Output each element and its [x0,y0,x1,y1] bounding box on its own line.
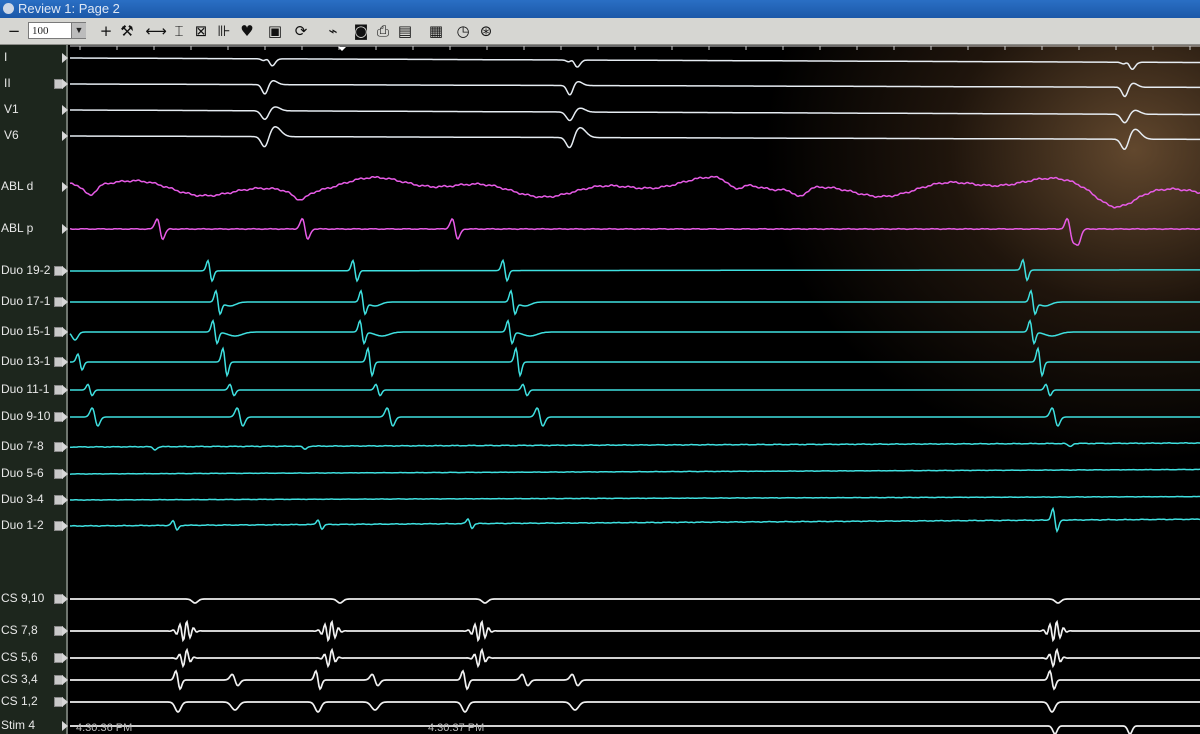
channel-label-duo-1-2: Duo 1-2 [1,518,44,532]
trace-duo-11-1 [70,383,1200,397]
channel-label-duo-19-2: Duo 19-2 [1,263,51,277]
channel-label-abl-p: ABL p [1,221,34,235]
signal-traces [69,45,1200,734]
channel-marker-icon[interactable] [62,521,68,531]
channel-marker-icon[interactable] [62,385,68,395]
trace-duo-1-2 [69,506,1200,534]
trace-v1 [70,106,1200,124]
channel-label-cs-3-4: CS 3,4 [1,672,38,686]
channel-label-duo-17-1: Duo 17-1 [1,294,51,308]
trace-duo-7-8 [69,442,1200,451]
channel-marker-icon[interactable] [62,266,68,276]
trace-i [70,57,1200,70]
channel-marker-icon[interactable] [62,79,68,89]
channel-marker-icon[interactable] [62,495,68,505]
channel-marker-icon[interactable] [62,675,68,685]
channel-marker-icon[interactable] [62,224,68,234]
channel-label-i: I [4,50,8,64]
trace-duo-3-4 [69,495,1200,501]
timestamp-second: 4:30:37 PM [428,722,485,734]
trace-cs-7-8 [70,619,1200,643]
trace-duo-15-1 [69,319,1200,346]
trace-abl-d [69,175,1200,209]
channel-label-duo-11-1: Duo 11-1 [1,382,50,396]
channel-label-v6: V6 [4,128,19,142]
channel-marker-icon[interactable] [62,327,68,337]
channel-marker-icon[interactable] [62,653,68,663]
channel-marker-icon[interactable] [62,412,68,422]
channel-label-v1: V1 [4,102,19,116]
channel-label-duo-5-6: Duo 5-6 [1,466,44,480]
trace-cs-3-4 [70,669,1200,691]
trace-duo-17-1 [70,289,1200,316]
channel-marker-icon[interactable] [62,721,68,731]
trace-v6 [70,126,1200,150]
trace-duo-5-6 [69,468,1200,475]
channel-marker-icon[interactable] [62,182,68,192]
timestamp-start: 4:30:36 PM [76,722,133,734]
channel-label-duo-15-1: Duo 15-1 [1,324,51,338]
trace-ii [70,80,1200,98]
channel-label-cs-5-6: CS 5,6 [1,650,38,664]
channel-marker-icon[interactable] [62,442,68,452]
channel-label-stim-4: Stim 4 [1,718,36,732]
channel-marker-icon[interactable] [62,297,68,307]
channel-label-cs-1-2: CS 1,2 [1,694,38,708]
channel-label-duo-3-4: Duo 3-4 [1,492,44,506]
channel-label-cs-7-8: CS 7,8 [1,623,38,637]
channel-marker-icon[interactable] [62,131,68,141]
channel-marker-icon[interactable] [62,105,68,115]
channel-marker-icon[interactable] [62,626,68,636]
channel-label-duo-13-1: Duo 13-1 [1,354,51,368]
channel-label-duo-7-8: Duo 7-8 [1,439,44,453]
channel-marker-icon[interactable] [62,697,68,707]
trace-abl-p [69,217,1200,246]
trace-duo-19-2 [70,258,1200,283]
channel-marker-icon[interactable] [62,469,68,479]
channel-marker-icon[interactable] [62,357,68,367]
channel-marker-icon[interactable] [62,53,68,63]
trace-cs-5-6 [70,647,1200,669]
channel-label-ii: II [4,76,11,90]
channel-label-duo-9-10: Duo 9-10 [1,409,51,423]
trace-duo-9-10 [70,406,1200,428]
channel-label-abl-d: ABL d [1,179,34,193]
channel-label-cs-9-10: CS 9,10 [1,591,45,605]
channel-marker-icon[interactable] [62,594,68,604]
trace-cs-1-2 [70,701,1200,713]
trace-stim-4 [70,725,1200,734]
trace-cs-9-10 [70,598,1200,604]
time-ruler [70,45,1200,51]
trace-duo-13-1 [70,346,1200,378]
